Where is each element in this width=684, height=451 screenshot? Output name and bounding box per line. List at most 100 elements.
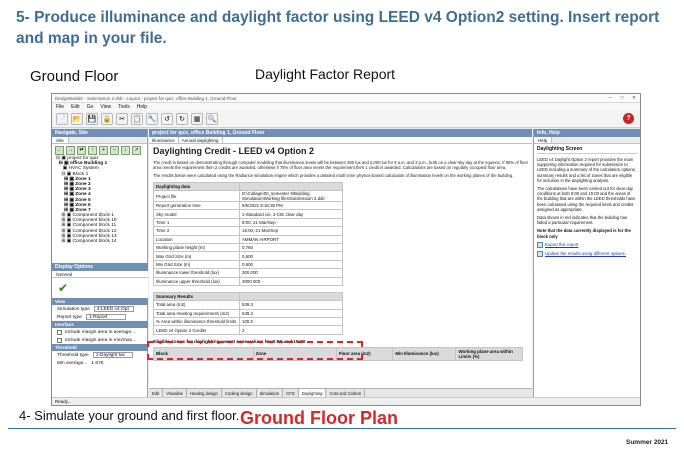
daylighting-data-value-cell: 0.600 (239, 251, 343, 261)
maximize-button[interactable]: □ (616, 95, 628, 101)
tab-general[interactable]: General (52, 271, 148, 278)
close-button[interactable]: ✕ (628, 95, 640, 101)
tab-help[interactable]: Help (534, 137, 553, 143)
menu-view[interactable]: View (100, 104, 111, 110)
new-file-icon[interactable]: 📄 (56, 113, 68, 125)
daylighting-data-row: Max Grid Size (m) 0.600 (153, 251, 343, 261)
screen-tab[interactable]: Simulation (257, 389, 284, 397)
summary-results-key-cell: Total area (m2) (153, 300, 240, 310)
export-report-link[interactable]: Export this report (537, 241, 637, 248)
swap-icon[interactable]: ⇄ (77, 145, 86, 155)
tab-annual-daylighting[interactable]: Annual daylighting (179, 137, 223, 143)
redo-icon[interactable]: ↻ (176, 113, 188, 125)
screen-tab[interactable]: CFD (283, 389, 299, 397)
screen-tab[interactable]: Cooling design (222, 389, 257, 397)
navigate-panel-header: Navigate, Site (52, 129, 147, 137)
summary-results-key-cell: Total area meeting requirements (m2) (153, 308, 240, 319)
display-options-header: Display Options (52, 263, 148, 271)
daylighting-data-header-row: Daylighting data (153, 181, 343, 192)
toolbar: 📄 📂 💾 🔒 ✂ 📋 🔧 ↺ ↻ ▦ 🔍 (52, 111, 640, 128)
menu-edit[interactable]: Edit (71, 104, 80, 110)
undo-icon[interactable]: ↺ (161, 113, 173, 125)
minimize-button[interactable]: – (604, 95, 616, 101)
tree-item[interactable]: ⊞ ▣ Component block 14 (56, 239, 147, 244)
grid-icon[interactable]: ▦ (191, 113, 203, 125)
summary-results-key-cell: Summary Results (153, 291, 240, 302)
navigate-panel: Navigate, Site Site ← → ⇄ ↑ + − ↓ ↗ ⊟ ▣ … (52, 129, 148, 397)
save-icon[interactable]: 💾 (86, 113, 98, 125)
threshold-type-row: Threshold type 1-Daylight fac (52, 351, 148, 359)
daylighting-data-key-cell: Daylighting data (153, 181, 240, 192)
threshold-type-label: Threshold type (57, 352, 89, 358)
daylighting-data-row: Sky model 1-Standard cie, 2-CIE clear day (153, 209, 343, 219)
threshold-type-select[interactable]: 1-Daylight fac (92, 352, 133, 358)
screen-tab[interactable]: Heating design (187, 389, 222, 397)
report-intro-paragraph: The credit is based on demonstrating thr… (153, 160, 528, 171)
threshold-section-header[interactable]: Threshold (52, 344, 148, 351)
update-results-link[interactable]: Update the results using different optio… (537, 250, 637, 257)
screen-tabs: Edit Visualise Heating design Cooling desig… (149, 388, 532, 397)
margin-minmax-checkbox[interactable] (57, 337, 62, 343)
daylighting-data-key-cell: Location (153, 234, 240, 244)
margin-minmax-row: Include margin area in min/max... (52, 336, 148, 344)
update-results-link-text[interactable]: Update the results using different optio… (545, 251, 626, 256)
simulate-instruction-label: 4- Simulate your ground and first floor. (19, 408, 240, 423)
footer-divider (8, 428, 676, 429)
report-tabs: Illuminance Annual daylighting (149, 137, 532, 144)
navigate-tabs: Site (52, 137, 147, 144)
help-circle-icon[interactable]: ? (623, 113, 634, 124)
menu-go[interactable]: Go (87, 104, 94, 110)
screen-tab[interactable]: Edit (149, 389, 164, 397)
window-title: DesignBuilder - Submission 2.dsb - Layou… (55, 95, 237, 101)
margin-average-checkbox[interactable] (57, 329, 62, 335)
daylighting-data-value-cell: D:\Collage\00_semester 9\Building Simula… (239, 190, 343, 202)
screen-tab[interactable]: Visualise (163, 389, 187, 397)
apply-check-icon[interactable]: ✔ (52, 278, 148, 298)
down-arrow-icon[interactable]: ↓ (121, 145, 130, 155)
daylighting-data-key-cell: Time 2 (153, 226, 240, 236)
daylighting-data-key-cell: Sky model (153, 209, 240, 219)
forward-arrow-icon[interactable]: → (66, 145, 75, 155)
help-paragraph-4: Note that the data currently displayed i… (537, 228, 631, 239)
eligible-col-area-within: Working plane area within Limits (%) (455, 346, 523, 361)
lock-icon[interactable]: 🔒 (101, 113, 113, 125)
remove-icon[interactable]: − (110, 145, 119, 155)
tab-illuminance[interactable]: Illuminance (149, 137, 179, 143)
tab-site[interactable]: Site (52, 137, 69, 143)
open-folder-icon[interactable]: 📂 (71, 113, 83, 125)
menu-file[interactable]: File (56, 104, 64, 110)
screen-tab[interactable]: Daylighting (298, 389, 327, 397)
interface-section-header[interactable]: Interface (52, 321, 148, 328)
export-report-link-text[interactable]: Export this report (545, 242, 578, 247)
daylighting-data-key-cell: Max Grid Size (m) (153, 251, 240, 261)
report-type-select[interactable]: 1-Report (85, 314, 126, 320)
summary-results-value-cell: 2 (239, 325, 343, 335)
status-bar: Ready... (52, 397, 640, 405)
diagonal-arrow-icon[interactable]: ↗ (132, 145, 141, 155)
back-arrow-icon[interactable]: ← (55, 145, 64, 155)
eligible-col-min-illuminance: Min Illuminance (lux) (392, 346, 457, 361)
menu-tools[interactable]: Tools (118, 104, 130, 110)
display-options-panel: Display Options General ✔ View Simulatio… (52, 263, 148, 367)
daylighting-data-value-cell: 9/5/2021 8:16:35 PM (239, 200, 343, 211)
simulation-type-select[interactable]: 4:LEED v4 Opt (93, 306, 134, 312)
daylighting-data-value-cell: 1-Standard cie, 2-CIE clear day (239, 209, 343, 219)
daylighting-data-key-cell: Illuminance lower threshold (lux) (153, 268, 240, 278)
window-titlebar: DesignBuilder - Submission 2.dsb - Layou… (52, 94, 640, 103)
summary-results-header-row: Summary Results (153, 291, 343, 302)
help-tabs: Help (534, 137, 640, 144)
cut-icon[interactable]: ✂ (116, 113, 128, 125)
menu-help[interactable]: Help (137, 104, 147, 110)
summary-results-value-cell (239, 291, 343, 302)
summary-results-row: Total area (m2) 539.3 (153, 300, 343, 310)
help-paragraph-3: Data shown in red indicates that the bui… (537, 215, 628, 226)
view-section-header[interactable]: View (52, 298, 148, 305)
status-text: Ready... (55, 399, 72, 404)
margin-average-row: Include margin area in average... (52, 328, 148, 336)
paste-icon[interactable]: 📋 (131, 113, 143, 125)
wrench-icon[interactable]: 🔧 (146, 113, 158, 125)
zoom-icon[interactable]: 🔍 (206, 113, 218, 125)
up-arrow-icon[interactable]: ↑ (88, 145, 97, 155)
screen-tab[interactable]: Cost and Carbon (326, 389, 366, 397)
add-icon[interactable]: + (99, 145, 108, 155)
